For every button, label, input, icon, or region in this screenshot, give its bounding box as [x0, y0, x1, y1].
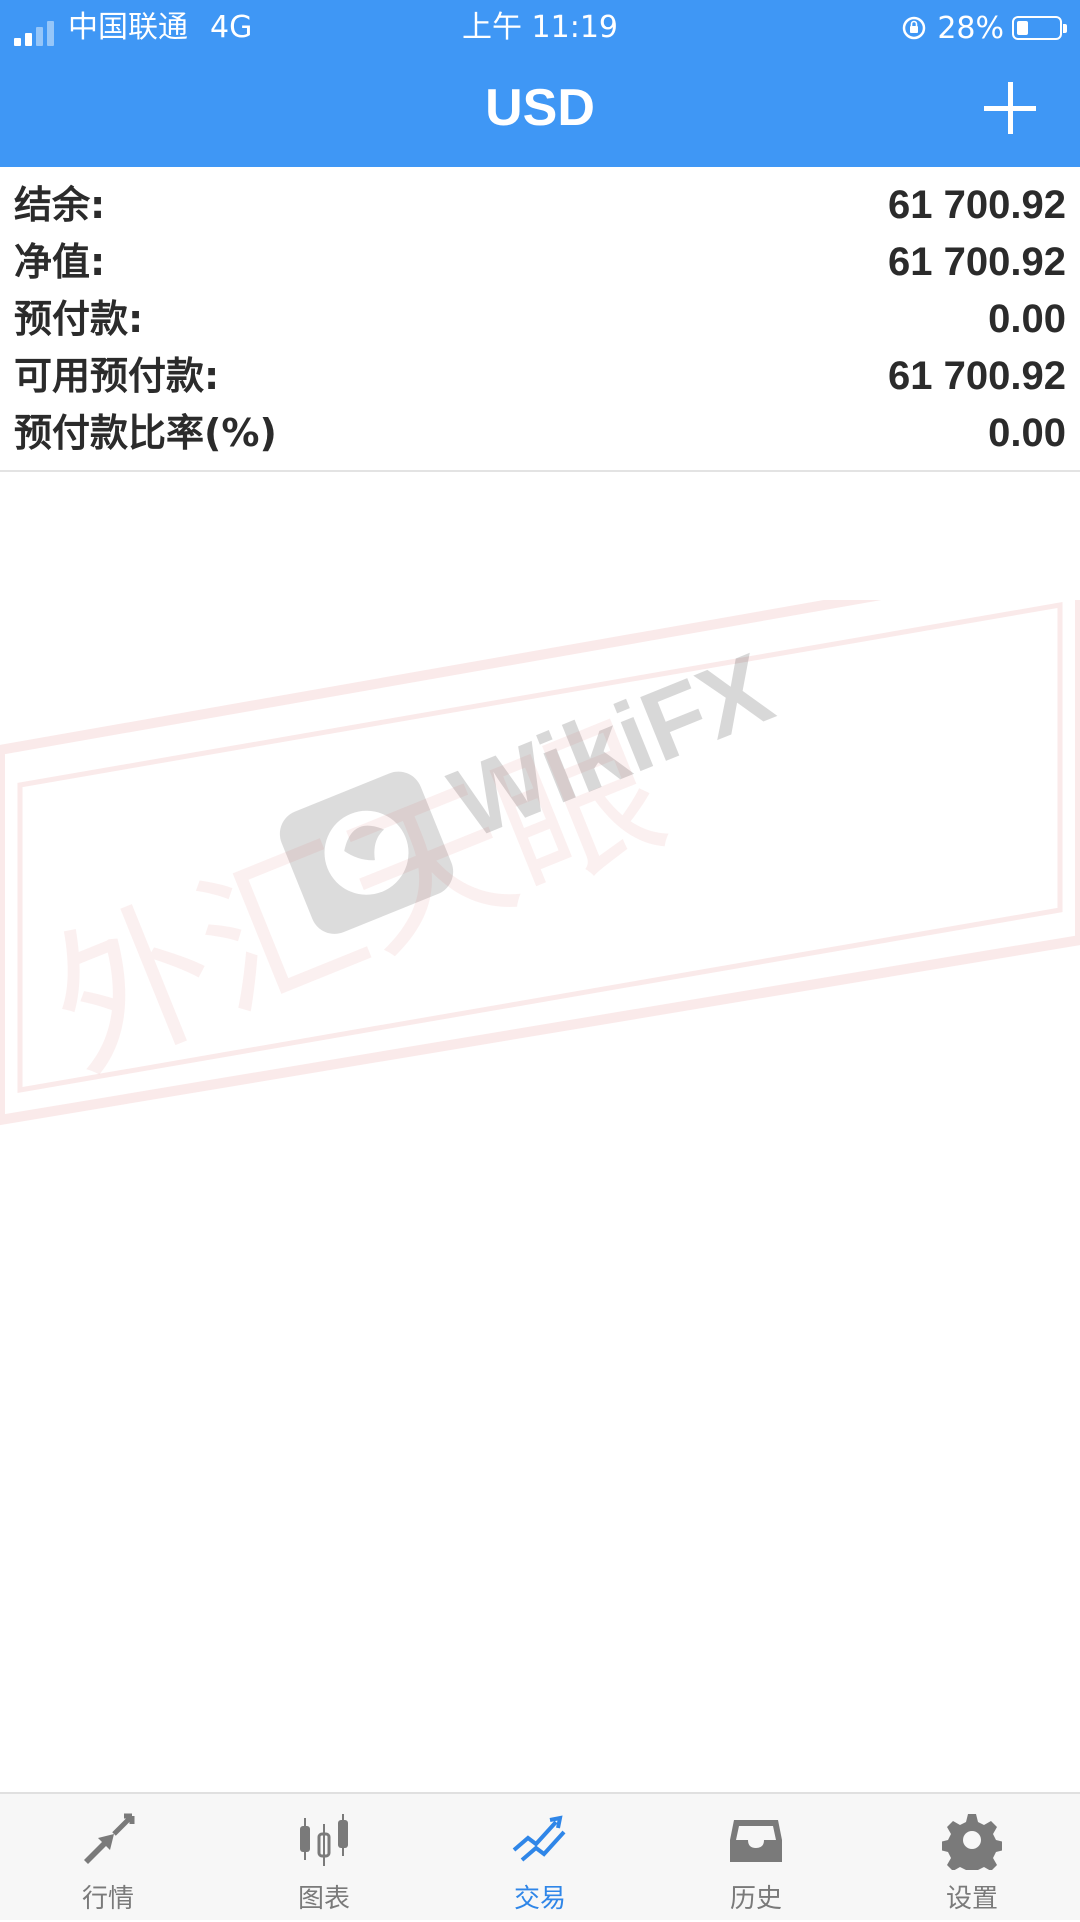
tab-bar: 行情 图表 交易 历史 设置 — [0, 1792, 1080, 1920]
summary-label: 预付款比率(%) — [14, 411, 277, 455]
wikifx-watermark: WikiFX 外汇天眼 — [0, 600, 1080, 1126]
summary-value: 0.00 — [988, 411, 1066, 455]
summary-label: 结余: — [14, 183, 106, 227]
trade-trend-icon — [510, 1810, 570, 1870]
divider — [0, 470, 1080, 472]
quotes-arrows-icon — [78, 1810, 138, 1870]
tab-gear[interactable]: 设置 — [864, 1794, 1080, 1922]
add-button[interactable] — [984, 82, 1036, 134]
battery-icon — [1012, 16, 1067, 40]
tab-label: 图表 — [297, 1884, 350, 1914]
watermark-text: WikiFX — [436, 632, 786, 860]
watermark-logo-text: 外汇天眼 — [24, 692, 687, 1105]
tab-label: 历史 — [729, 1884, 782, 1914]
tab-label: 交易 — [513, 1884, 566, 1914]
battery-fill — [1017, 21, 1028, 35]
summary-label: 可用预付款: — [14, 354, 220, 398]
inbox-history-icon — [726, 1810, 786, 1870]
tab-inbox-history[interactable]: 历史 — [648, 1794, 864, 1922]
candlestick-icon — [294, 1810, 354, 1870]
tab-trade-trend[interactable]: 交易 — [432, 1794, 648, 1922]
summary-row: 预付款比率(%) 0.00 — [0, 404, 1080, 461]
summary-label: 净值: — [14, 240, 106, 284]
tab-label: 设置 — [945, 1884, 998, 1914]
watermark-logo-icon — [279, 771, 454, 934]
tab-candlestick[interactable]: 图表 — [216, 1794, 432, 1922]
app-header: 中国联通 4G 上午 11:19 28% USD — [0, 0, 1080, 167]
summary-value: 61 700.92 — [888, 240, 1066, 284]
rotation-lock-icon — [903, 16, 926, 40]
status-right: 28% — [901, 10, 1067, 46]
summary-row: 净值: 61 700.92 — [0, 233, 1080, 290]
gear-icon — [940, 1810, 1004, 1878]
summary-row: 预付款: 0.00 — [0, 290, 1080, 347]
summary-value: 0.00 — [988, 297, 1066, 341]
summary-value: 61 700.92 — [888, 183, 1066, 227]
battery-percentage: 28% — [937, 10, 1004, 46]
summary-value: 61 700.92 — [888, 354, 1066, 398]
page-title: USD — [485, 79, 595, 137]
summary-row: 结余: 61 700.92 — [0, 176, 1080, 233]
summary-row: 可用预付款: 61 700.92 — [0, 347, 1080, 404]
account-summary: 结余: 61 700.92 净值: 61 700.92 预付款: 0.00 可用预付款: 61… — [0, 176, 1080, 461]
summary-label: 预付款: — [14, 297, 144, 341]
tab-quotes-arrows[interactable]: 行情 — [0, 1794, 216, 1922]
tab-label: 行情 — [81, 1884, 134, 1914]
status-bar: 中国联通 4G 上午 11:19 28% — [0, 0, 1080, 56]
